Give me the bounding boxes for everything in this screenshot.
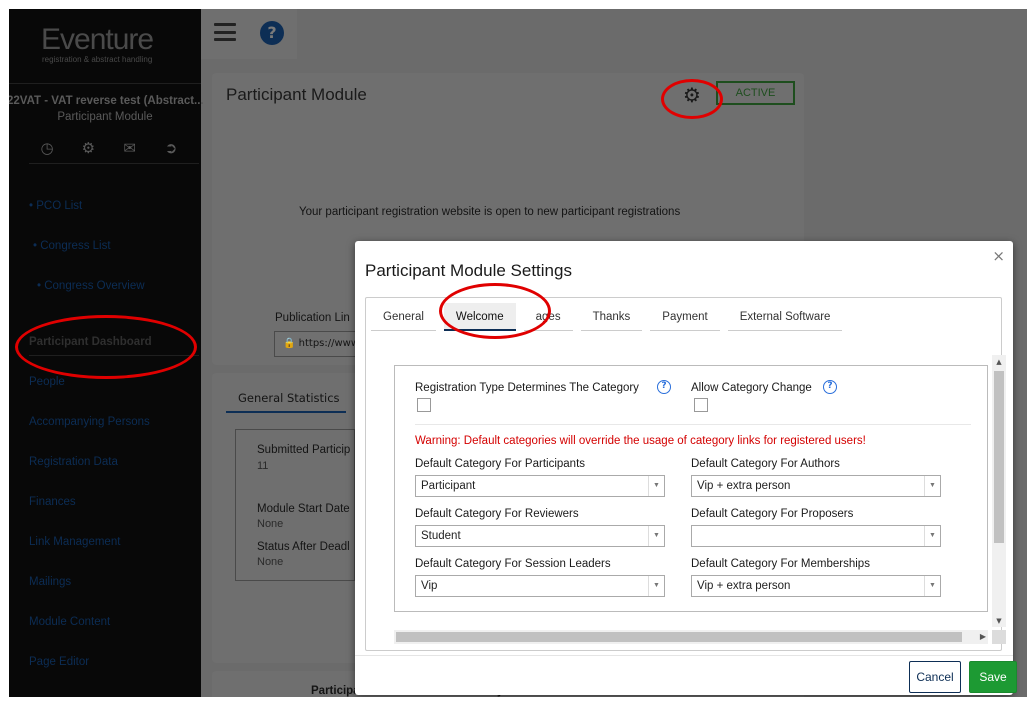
sidebar-item-finances[interactable]: Finances — [29, 496, 76, 508]
publication-link-label: Publication Lin — [275, 312, 350, 324]
sidebar-icon-row: ◷ ⚙ ✉ ➲ — [29, 139, 189, 157]
sidebar-item-link-management[interactable]: Link Management — [29, 536, 120, 548]
sidebar-item-people[interactable]: People — [29, 376, 65, 388]
gear-icon[interactable]: ⚙ — [78, 139, 98, 157]
app-logo-subtitle: registration & abstract handling — [42, 55, 153, 64]
status-badge[interactable]: ACTIVE — [716, 81, 795, 105]
warning-text: Default categories will override the usa… — [460, 435, 866, 447]
divider — [415, 424, 971, 425]
settings-modal: Participant Module Settings × General We… — [355, 241, 1017, 695]
select-value: Participant — [421, 480, 476, 492]
settings-tabs: General Welcome ages Thanks Payment Exte… — [371, 303, 850, 331]
warning-message: Warning: Default categories will overrid… — [415, 435, 866, 447]
scroll-corner — [992, 630, 1006, 644]
sign-out-icon[interactable]: ➲ — [161, 139, 181, 157]
select-value: Vip + extra person — [697, 480, 791, 492]
event-subtitle: Participant Module — [57, 111, 153, 123]
chevron-down-icon: ▼ — [648, 476, 664, 496]
scroll-right-icon[interactable]: ▶ — [980, 630, 986, 644]
memberships-category-select[interactable]: Vip + extra person ▼ — [691, 575, 941, 597]
chevron-down-icon: ▼ — [648, 526, 664, 546]
scrollbar-thumb[interactable] — [396, 632, 962, 642]
chevron-down-icon: ▼ — [648, 576, 664, 596]
sidebar-item-mailings[interactable]: Mailings — [29, 576, 71, 588]
session-leaders-category-select[interactable]: Vip ▼ — [415, 575, 665, 597]
sidebar-item-module-content[interactable]: Module Content — [29, 616, 110, 628]
modal-footer-divider — [355, 655, 1013, 656]
submitted-participants-label: Submitted Particip — [257, 444, 351, 456]
sidebar-item-registration-data[interactable]: Registration Data — [29, 456, 118, 468]
scrollbar-thumb[interactable] — [994, 371, 1004, 543]
submitted-participants-value: 11 — [257, 460, 269, 472]
sidebar-active-underline — [29, 355, 199, 356]
memberships-category-label: Default Category For Memberships — [691, 558, 870, 570]
hamburger-menu-icon[interactable] — [214, 23, 236, 41]
warning-prefix: Warning: — [415, 435, 461, 447]
chevron-down-icon: ▼ — [924, 576, 940, 596]
allow-category-change-checkbox[interactable] — [694, 398, 708, 412]
tab-welcome[interactable]: Welcome — [443, 303, 516, 331]
help-icon[interactable]: ? — [657, 380, 671, 394]
tab-payment[interactable]: Payment — [650, 303, 720, 331]
select-value: Student — [421, 530, 461, 542]
sidebar-divider — [29, 163, 199, 164]
select-value: Vip — [421, 580, 438, 592]
sidebar-item-congress-overview[interactable]: • Congress Overview — [37, 280, 145, 292]
status-after-deadline-value: None — [257, 556, 284, 568]
sidebar-item-page-editor[interactable]: Page Editor — [29, 656, 89, 668]
sidebar-item-congress-list[interactable]: • Congress List — [33, 240, 111, 252]
publication-url-field[interactable]: 🔒 https://www.e — [274, 331, 364, 357]
participants-category-select[interactable]: Participant ▼ — [415, 475, 665, 497]
open-registration-message: Your participant registration website is… — [299, 206, 681, 218]
page-title: Participant Module — [226, 85, 367, 104]
scroll-down-icon[interactable]: ▼ — [992, 617, 1006, 625]
vertical-scrollbar[interactable]: ▲ ▼ — [992, 355, 1006, 627]
chevron-down-icon: ▼ — [924, 526, 940, 546]
save-button[interactable]: Save — [969, 661, 1017, 693]
reviewers-category-select[interactable]: Student ▼ — [415, 525, 665, 547]
horizontal-scrollbar[interactable]: ▶ — [394, 630, 988, 644]
module-start-date-label: Module Start Date — [257, 503, 350, 515]
select-value: Vip + extra person — [697, 580, 791, 592]
settings-gear-icon[interactable]: ⚙ — [683, 83, 701, 107]
sidebar: Eventure registration & abstract handlin… — [9, 9, 204, 697]
help-icon[interactable]: ? — [823, 380, 837, 394]
chevron-down-icon: ▼ — [924, 476, 940, 496]
tab-pages[interactable]: ages — [523, 303, 573, 331]
tab-general[interactable]: General — [371, 303, 436, 331]
proposers-category-select[interactable]: ▼ — [691, 525, 941, 547]
event-title: 22VAT - VAT reverse test (Abstract... — [9, 95, 204, 107]
envelope-icon[interactable]: ✉ — [120, 139, 140, 157]
cancel-button[interactable]: Cancel — [909, 661, 961, 693]
session-leaders-category-label: Default Category For Session Leaders — [415, 558, 611, 570]
tab-general-statistics[interactable]: General Statistics — [226, 385, 346, 413]
allow-category-change-label: Allow Category Change — [691, 382, 812, 394]
app-logo: Eventure — [41, 23, 154, 56]
scroll-up-icon[interactable]: ▲ — [992, 358, 1006, 366]
reviewers-category-label: Default Category For Reviewers — [415, 508, 579, 520]
sidebar-item-participant-dashboard[interactable]: Participant Dashboard — [29, 336, 152, 348]
authors-category-select[interactable]: Vip + extra person ▼ — [691, 475, 941, 497]
authors-category-label: Default Category For Authors — [691, 458, 840, 470]
registration-type-label: Registration Type Determines The Categor… — [415, 382, 639, 394]
sidebar-item-accompanying-persons[interactable]: Accompanying Persons — [29, 416, 150, 428]
modal-title: Participant Module Settings — [365, 261, 572, 280]
status-after-deadline-label: Status After Deadl — [257, 541, 350, 553]
registration-type-checkbox[interactable] — [417, 398, 431, 412]
help-icon[interactable]: ? — [260, 21, 284, 45]
sidebar-item-pco-list[interactable]: • PCO List — [29, 200, 82, 212]
tab-thanks[interactable]: Thanks — [580, 303, 643, 331]
module-start-date-value: None — [257, 518, 284, 530]
tab-external-software[interactable]: External Software — [727, 303, 843, 331]
sidebar-divider — [9, 83, 201, 84]
app-window: Eventure registration & abstract handlin… — [9, 9, 1027, 697]
participants-category-label: Default Category For Participants — [415, 458, 586, 470]
close-icon[interactable]: × — [992, 247, 1005, 265]
clock-icon[interactable]: ◷ — [37, 139, 57, 157]
proposers-category-label: Default Category For Proposers — [691, 508, 854, 520]
